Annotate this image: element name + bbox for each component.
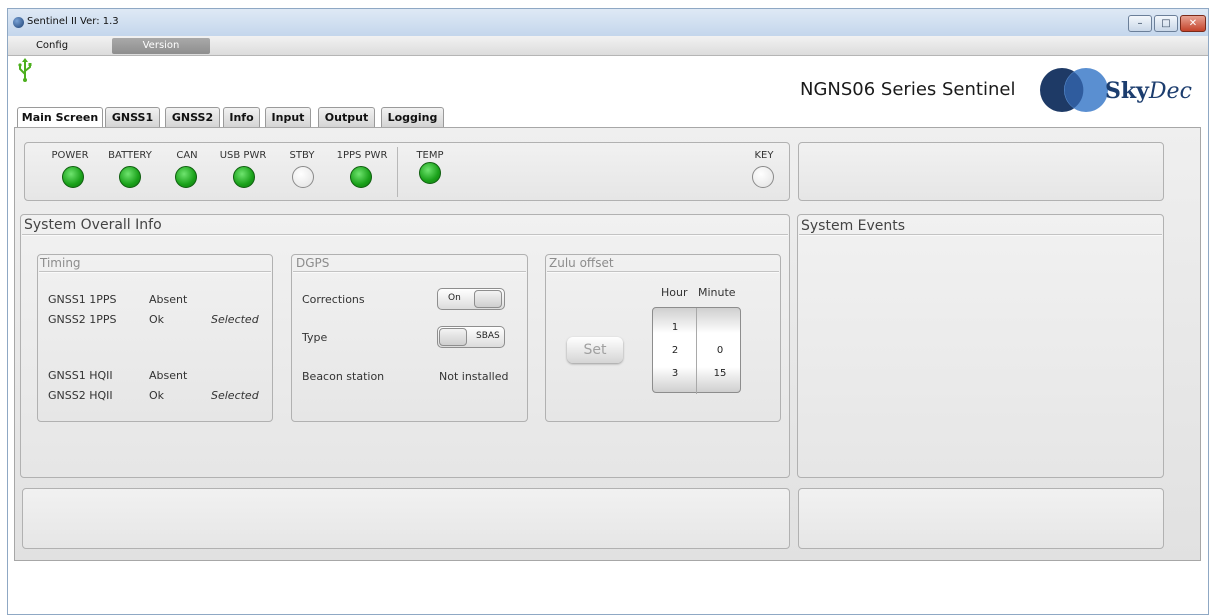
led-temp [419, 162, 441, 184]
timing-row-name: GNSS1 1PPS [48, 293, 117, 306]
led-label-can: CAN [176, 150, 198, 161]
timing-underline [39, 271, 271, 273]
menu-version[interactable]: Version [112, 38, 210, 54]
timing-row-name: GNSS2 HQII [48, 389, 113, 402]
hour-label: Hour [661, 286, 688, 299]
bottom-status-box-left [22, 488, 790, 549]
zulu-underline [547, 271, 779, 273]
system-events-title: System Events [801, 218, 906, 234]
led-key [752, 166, 774, 188]
led-label-stby: STBY [289, 150, 315, 161]
title-bar[interactable]: Sentinel II Ver: 1.3 – □ ✕ [8, 9, 1208, 36]
system-info-underline [22, 234, 788, 236]
timing-title: Timing [40, 256, 81, 270]
led-stby [292, 166, 314, 188]
tab-main-screen[interactable]: Main Screen [17, 107, 103, 128]
timing-row-selected: Selected [211, 313, 259, 326]
timing-row-name: GNSS2 1PPS [48, 313, 117, 326]
zulu-title: Zulu offset [549, 256, 614, 270]
led-battery [119, 166, 141, 188]
tab-output[interactable]: Output [318, 107, 375, 127]
set-button[interactable]: Set [567, 337, 623, 363]
tab-info[interactable]: Info [223, 107, 260, 127]
tab-gnss2[interactable]: GNSS2 [165, 107, 220, 127]
type-toggle[interactable]: SBAS [437, 326, 505, 348]
minute-label: Minute [698, 286, 736, 299]
dgps-title: DGPS [296, 256, 330, 270]
app-icon [13, 17, 24, 28]
led-usb-pwr [233, 166, 255, 188]
close-button[interactable]: ✕ [1180, 15, 1206, 32]
corrections-label: Corrections [302, 293, 365, 306]
hour-option: 2 [671, 345, 679, 356]
hour-spinner[interactable]: 1 2 3 [653, 308, 697, 394]
led-label-temp: TEMP [416, 150, 444, 161]
series-title: NGNS06 Series Sentinel [800, 79, 1016, 100]
header-info-box [798, 142, 1164, 201]
corrections-toggle[interactable]: On [437, 288, 505, 310]
minute-spinner[interactable]: 0 15 [698, 308, 742, 394]
timing-row-status: Ok [149, 313, 165, 326]
tab-input[interactable]: Input [265, 107, 311, 127]
zulu-spinner: 1 2 3 0 15 [652, 307, 742, 394]
tab-gnss1[interactable]: GNSS1 [105, 107, 160, 127]
hour-option: 1 [671, 322, 679, 333]
system-info-title: System Overall Info [24, 217, 162, 233]
led-label-battery: BATTERY [108, 150, 152, 161]
menu-config[interactable]: Config [14, 38, 90, 54]
window-title: Sentinel II Ver: 1.3 [27, 16, 119, 27]
indicator-divider [397, 147, 398, 197]
dgps-underline [293, 271, 526, 273]
usb-icon [18, 58, 32, 82]
timing-row-status: Absent [149, 293, 188, 306]
led-can [175, 166, 197, 188]
system-events-panel [797, 214, 1164, 478]
led-label-1pps-pwr: 1PPS PWR [336, 150, 388, 161]
menu-bar: Config Version [8, 36, 1208, 56]
beacon-value: Not installed [439, 370, 509, 383]
led-1pps-pwr [350, 166, 372, 188]
bottom-status-box-right [798, 488, 1164, 549]
led-power [62, 166, 84, 188]
timing-row-name: GNSS1 HQII [48, 369, 113, 382]
minute-option: 0 [716, 345, 724, 356]
tab-logging[interactable]: Logging [381, 107, 444, 127]
logo-text: SkyDec [1105, 78, 1192, 104]
led-label-usb-pwr: USB PWR [219, 150, 267, 161]
led-label-key: KEY [754, 150, 774, 161]
corrections-value: On [448, 293, 461, 303]
beacon-label: Beacon station [302, 370, 385, 383]
minute-option: 15 [713, 368, 727, 379]
corrections-toggle-knob [474, 290, 502, 308]
hour-option: 3 [671, 368, 679, 379]
system-events-underline [799, 234, 1162, 236]
timing-row-status: Absent [149, 369, 188, 382]
type-label: Type [302, 331, 328, 344]
led-label-power: POWER [51, 150, 89, 161]
type-toggle-knob [439, 328, 467, 346]
type-value: SBAS [476, 331, 500, 341]
maximize-button[interactable]: □ [1154, 15, 1178, 32]
minimize-button[interactable]: – [1128, 15, 1152, 32]
timing-row-selected: Selected [211, 389, 259, 402]
timing-row-status: Ok [149, 389, 165, 402]
